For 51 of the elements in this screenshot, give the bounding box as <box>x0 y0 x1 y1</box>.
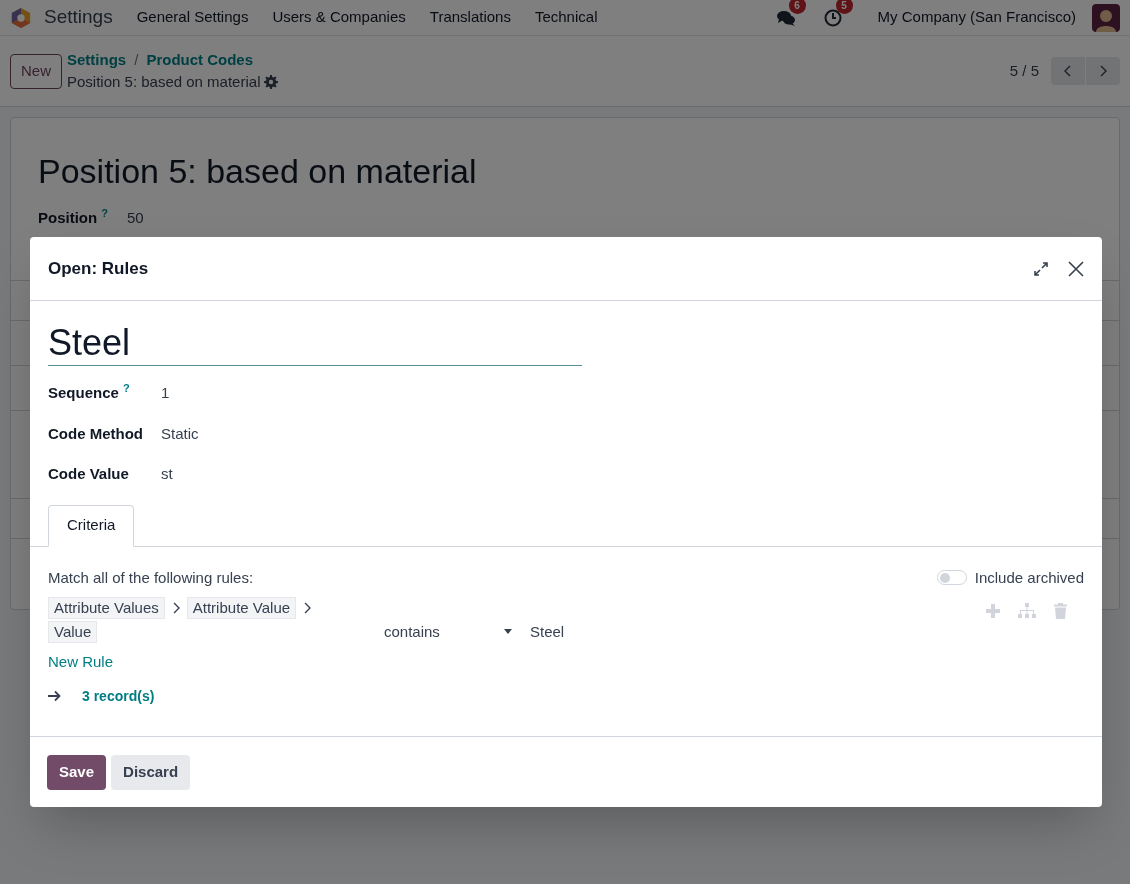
help-mark[interactable]: ? <box>122 382 130 394</box>
field-label: Code Method <box>48 423 143 444</box>
field-label: Code Value <box>48 464 129 484</box>
path-tag[interactable]: Attribute Value <box>186 597 297 619</box>
expand-icon[interactable] <box>1034 261 1048 276</box>
company-switcher[interactable]: My Company (San Francisco) <box>877 6 1076 29</box>
clock-icon[interactable] <box>823 8 842 27</box>
rule-value[interactable]: Steel <box>530 620 565 643</box>
menu-item[interactable]: Translations <box>429 6 511 29</box>
user-avatar[interactable] <box>1092 3 1120 32</box>
discard-button[interactable]: Discard <box>111 754 191 790</box>
previous-button[interactable] <box>1051 57 1085 85</box>
tab[interactable]: Criteria <box>48 504 135 547</box>
field-value: Static <box>161 423 199 444</box>
field-value: 50 <box>127 208 144 228</box>
next-button[interactable] <box>1086 57 1120 85</box>
records-link[interactable]: 3 record(s) <box>82 685 155 707</box>
new-button[interactable]: New <box>10 53 62 89</box>
domain-intro: Match all of the following rules: <box>48 567 254 588</box>
pager-value: 5 / 5 <box>1009 60 1039 81</box>
breadcrumb-link[interactable]: Settings <box>67 48 127 71</box>
app-logo-icon[interactable] <box>10 6 32 29</box>
name-field[interactable]: Steel <box>48 321 582 366</box>
dialog-title: Open: Rules <box>48 257 149 280</box>
new-rule-link[interactable]: New Rule <box>48 651 114 674</box>
menu-item[interactable]: Technical <box>534 6 598 29</box>
field-value: st <box>161 464 173 484</box>
notification-badge: 5 <box>835 0 853 14</box>
breadcrumb-separator: / <box>134 49 139 70</box>
arrow-right-icon <box>48 690 61 702</box>
close-icon[interactable] <box>1068 260 1084 277</box>
operator-select[interactable]: contains <box>384 620 512 643</box>
path-tag[interactable]: Value <box>48 621 98 643</box>
path-tag[interactable]: Attribute Values <box>48 597 165 619</box>
record-title: Position 5: based on material <box>38 151 478 192</box>
save-button[interactable]: Save <box>47 754 107 790</box>
field-label: Sequence <box>48 383 119 403</box>
notification-badge: 6 <box>788 0 806 14</box>
chat-bubbles-icon[interactable] <box>775 8 796 27</box>
toggle-label: Include archived <box>974 567 1084 588</box>
breadcrumb-link[interactable]: Product Codes <box>146 48 254 71</box>
field-label: Position <box>38 208 98 228</box>
app-name[interactable]: Settings <box>44 3 113 32</box>
menu-item[interactable]: General Settings <box>136 6 249 29</box>
gear-icon[interactable] <box>264 75 279 90</box>
field-value: 1 <box>161 383 170 403</box>
menu-item[interactable]: Users & Companies <box>272 6 406 29</box>
caret-icon <box>504 629 512 635</box>
help-mark[interactable]: ? <box>101 207 108 219</box>
include-archived-toggle[interactable] <box>936 570 967 586</box>
record-name: Position 5: based on material <box>67 72 261 92</box>
